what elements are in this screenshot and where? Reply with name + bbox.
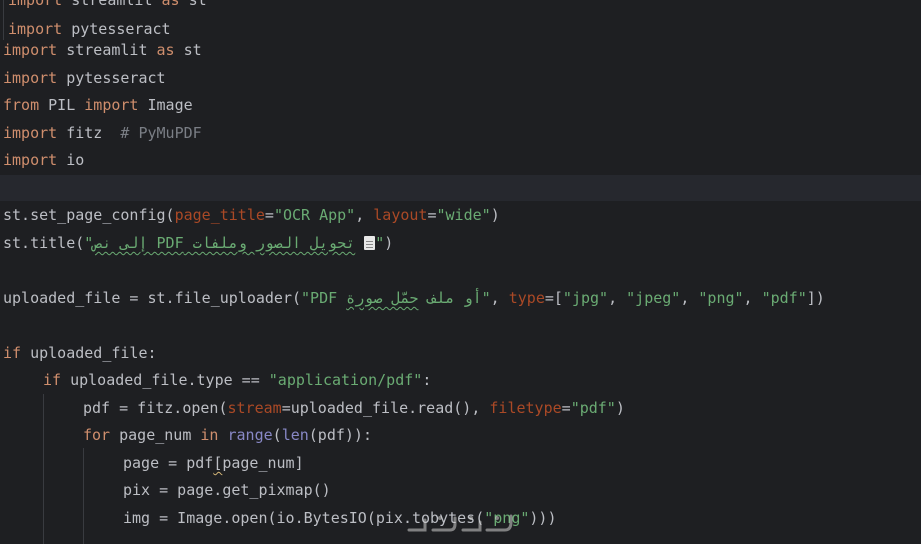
code-line[interactable]: from PIL import Image	[3, 92, 193, 119]
code-line[interactable]: import streamlit as st	[8, 0, 207, 14]
code-line[interactable]: if uploaded_file:	[3, 340, 157, 367]
code-line[interactable]: pdf = fitz.open(stream=uploaded_file.rea…	[83, 395, 625, 422]
code-line[interactable]: if uploaded_file.type == "application/pd…	[43, 367, 431, 394]
indent-guide	[3, 0, 4, 40]
code-line[interactable]: import pytesseract	[3, 65, 166, 92]
code-editor[interactable]: import streamlit as st import pytesserac…	[0, 0, 921, 544]
code-line[interactable]: st.set_page_config(page_title="OCR App",…	[3, 202, 500, 229]
code-line[interactable]: uploaded_file = st.file_uploader("PDF أو…	[3, 285, 825, 312]
watermark-logo	[407, 514, 513, 532]
code-line[interactable]: for page_num in range(len(pdf)):	[83, 422, 372, 449]
current-line-highlight	[0, 175, 921, 201]
code-line[interactable]: page = pdf[page_num]	[123, 450, 304, 477]
code-line[interactable]: import streamlit as st	[3, 37, 202, 64]
code-line[interactable]: pix = page.get_pixmap()	[123, 477, 331, 504]
code-line[interactable]: import fitz # PyMuPDF	[3, 120, 202, 147]
document-emoji-icon	[364, 236, 376, 250]
indent-guide	[43, 394, 44, 544]
code-line[interactable]: st.title("تحويل الصور وملفات PDF إلى نص …	[3, 230, 393, 257]
indent-guide	[83, 448, 84, 544]
code-line[interactable]: import io	[3, 147, 84, 174]
